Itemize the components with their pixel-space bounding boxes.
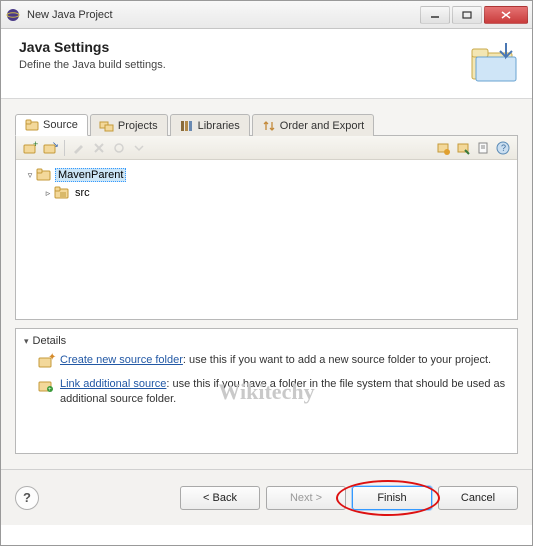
tree-node-label: MavenParent <box>55 168 126 182</box>
source-tab-panel: + ↘ ? ▿ MavenParent <box>15 136 518 320</box>
libraries-icon <box>180 119 194 133</box>
details-header[interactable]: ▾ Details <box>24 335 509 347</box>
package-folder-icon <box>54 186 70 200</box>
link-source-button[interactable]: ↘ <box>40 138 60 158</box>
eclipse-icon <box>5 7 21 23</box>
help-icon[interactable]: ? <box>493 138 513 158</box>
close-button[interactable] <box>484 6 528 24</box>
details-title: Details <box>33 335 67 347</box>
folder-banner-icon <box>466 39 520 85</box>
toolbar-action-1[interactable] <box>433 138 453 158</box>
tree-child-node[interactable]: ▹ src <box>24 184 509 202</box>
create-source-folder-link[interactable]: Create new source folder <box>60 354 183 366</box>
collapse-toggle-icon[interactable]: ▾ <box>24 336 29 347</box>
link-additional-source-link[interactable]: Link additional source <box>60 378 166 390</box>
toolbar-filter-button[interactable] <box>473 138 493 158</box>
back-button[interactable]: < Back <box>180 486 260 510</box>
build-path-tabs: Source Projects Libraries Order and Expo… <box>15 113 518 136</box>
projects-icon <box>100 119 114 133</box>
svg-text:✦: ✦ <box>48 352 56 363</box>
order-export-icon <box>262 119 276 133</box>
new-source-folder-icon: ✦ <box>38 353 54 369</box>
help-button[interactable]: ? <box>15 486 39 510</box>
minimize-button[interactable] <box>420 6 450 24</box>
add-folder-button[interactable]: + <box>20 138 40 158</box>
edit-button[interactable] <box>69 138 89 158</box>
wizard-header: Java Settings Define the Java build sett… <box>1 29 532 99</box>
wizard-content: Source Projects Libraries Order and Expo… <box>1 99 532 469</box>
svg-text:?: ? <box>501 143 506 153</box>
next-button: Next > <box>266 486 346 510</box>
wizard-footer: ? < Back Next > Finish Cancel <box>1 469 532 525</box>
maximize-button[interactable] <box>452 6 482 24</box>
link-source-folder-icon: + <box>38 377 54 393</box>
source-toolbar: + ↘ ? <box>16 136 517 160</box>
svg-text:+: + <box>48 387 52 393</box>
toolbar-action-2[interactable] <box>453 138 473 158</box>
source-tree[interactable]: ▿ MavenParent ▹ src <box>16 160 517 208</box>
tab-libraries[interactable]: Libraries <box>170 114 250 136</box>
window-title: New Java Project <box>27 9 418 21</box>
tab-source[interactable]: Source <box>15 114 88 136</box>
tab-projects[interactable]: Projects <box>90 114 168 136</box>
toggle-button[interactable] <box>109 138 129 158</box>
tab-label: Source <box>43 119 78 131</box>
page-subtitle: Define the Java build settings. <box>19 59 514 71</box>
tab-label: Libraries <box>198 120 240 132</box>
cancel-button[interactable]: Cancel <box>438 486 518 510</box>
expand-button[interactable] <box>129 138 149 158</box>
tree-node-label: src <box>73 187 92 199</box>
watermark-text: Wikitechy <box>218 379 314 405</box>
titlebar: New Java Project <box>1 1 532 29</box>
project-folder-icon <box>36 168 52 182</box>
finish-button[interactable]: Finish <box>352 486 432 510</box>
detail-item: ✦ Create new source folder: use this if … <box>38 353 509 369</box>
source-folder-icon <box>25 118 39 132</box>
remove-button[interactable] <box>89 138 109 158</box>
detail-text: Create new source folder: use this if yo… <box>60 353 491 369</box>
tab-label: Order and Export <box>280 120 364 132</box>
tree-root-node[interactable]: ▿ MavenParent <box>24 166 509 184</box>
svg-text:+: + <box>33 139 38 149</box>
svg-text:↘: ↘ <box>52 140 59 149</box>
expand-toggle-icon[interactable]: ▿ <box>24 170 36 181</box>
tab-order-export[interactable]: Order and Export <box>252 114 374 136</box>
expand-toggle-icon[interactable]: ▹ <box>42 188 54 199</box>
tab-label: Projects <box>118 120 158 132</box>
separator <box>64 140 65 156</box>
page-title: Java Settings <box>19 39 514 55</box>
